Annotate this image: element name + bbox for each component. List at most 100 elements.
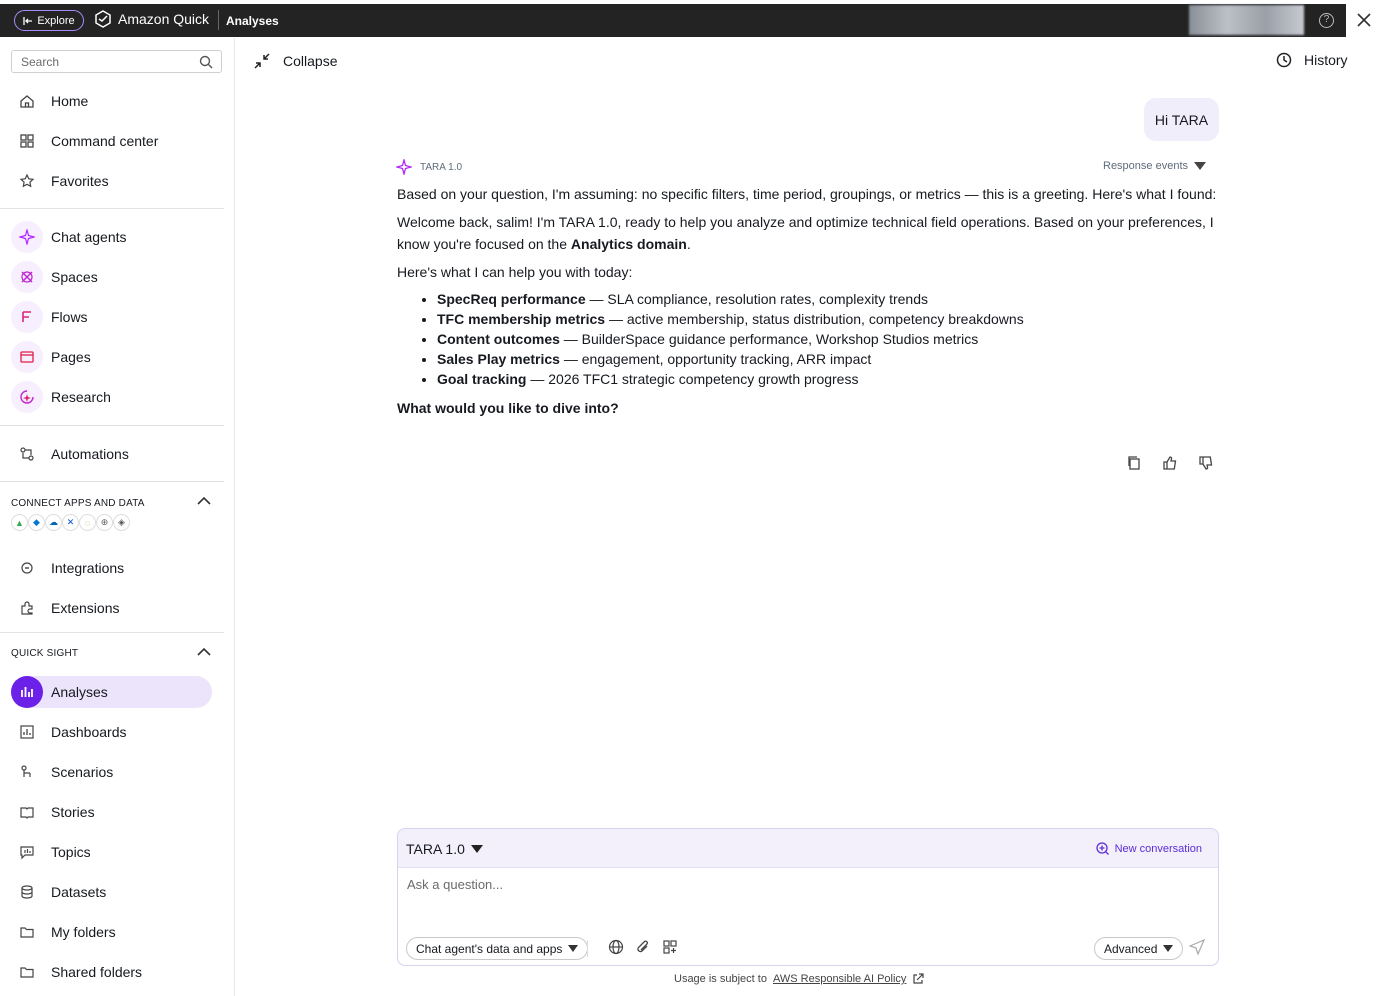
nav-datasets[interactable]: Datasets	[11, 876, 212, 908]
agent-selector-label: TARA 1.0	[406, 841, 465, 857]
nav-automations[interactable]: Automations	[11, 438, 212, 470]
nav-command-center[interactable]: Command center	[11, 125, 212, 157]
connected-apps-row[interactable]: ▲ ◆ ☁ ✕ ◌ ⊕ ◈	[11, 514, 130, 531]
response-events-label: Response events	[1103, 160, 1188, 172]
advanced-dropdown[interactable]: Advanced	[1094, 937, 1184, 960]
onedrive-icon: ☁	[45, 514, 62, 531]
thumbs-down-icon[interactable]	[1198, 455, 1214, 471]
responsible-ai-policy-link[interactable]: AWS Responsible AI Policy	[773, 973, 906, 985]
composer: TARA 1.0 New conversation Ask a question…	[397, 828, 1219, 966]
app-name: Amazon Quick	[118, 11, 210, 27]
caret-down-icon	[568, 945, 579, 952]
nav-label: Home	[51, 93, 89, 109]
attach-icon[interactable]	[635, 939, 651, 955]
chevron-up-icon[interactable]	[196, 496, 212, 506]
nav-stories[interactable]: Stories	[11, 796, 212, 828]
spaces-icon	[11, 261, 43, 293]
explore-button[interactable]: Explore	[14, 10, 84, 31]
help-icon[interactable]: ?	[1319, 13, 1334, 28]
usage-note-text: Usage is subject to	[674, 973, 767, 985]
question-input[interactable]: Ask a question... Chat agent's data and …	[398, 867, 1218, 965]
question-placeholder: Ask a question...	[407, 877, 504, 892]
nav-pages[interactable]: Pages	[11, 341, 212, 373]
nav-analyses[interactable]: Analyses	[11, 676, 212, 708]
search-placeholder: Search	[21, 55, 60, 69]
collapse-label: Collapse	[283, 53, 338, 69]
closing-question: What would you like to dive into?	[397, 400, 619, 416]
nav-label: Spaces	[51, 269, 98, 285]
nav-shared-folders[interactable]: Shared folders	[11, 956, 212, 988]
chevron-up-icon[interactable]	[196, 647, 212, 657]
nav-label: Stories	[51, 804, 95, 820]
stories-icon	[11, 796, 43, 828]
globe-icon[interactable]	[608, 939, 624, 955]
sidebar-divider	[0, 208, 224, 209]
bot-name: TARA 1.0	[420, 161, 463, 173]
search-icon	[199, 55, 213, 69]
nav-topics[interactable]: Topics	[11, 836, 212, 868]
nav-extensions[interactable]: Extensions	[11, 592, 212, 624]
history-button[interactable]: History	[1276, 52, 1348, 68]
integrations-icon	[11, 552, 43, 584]
nav-integrations[interactable]: Integrations	[11, 552, 212, 584]
nav-label: Dashboards	[51, 724, 127, 740]
sparkle-icon	[396, 159, 412, 175]
sparkle-icon	[11, 221, 43, 253]
data-source-label: Chat agent's data and apps	[416, 941, 563, 956]
star-icon	[11, 165, 43, 197]
thumbs-up-icon[interactable]	[1162, 455, 1178, 471]
copy-icon[interactable]	[1126, 455, 1142, 471]
nav-favorites[interactable]: Favorites	[11, 165, 212, 197]
capabilities-list: SpecReq performance — SLA compliance, re…	[437, 289, 1219, 389]
bot-intro: Based on your question, I'm assuming: no…	[397, 186, 1217, 202]
nav-label: Shared folders	[51, 964, 143, 980]
topics-icon	[11, 836, 43, 868]
bot-help-intro: Here's what I can help you with today:	[397, 264, 633, 280]
app-brand[interactable]: Amazon Quick	[94, 10, 209, 28]
nav-home[interactable]: Home	[11, 85, 212, 117]
add-widget-icon[interactable]	[662, 939, 678, 955]
user-message-bubble: Hi TARA	[1144, 98, 1219, 141]
nav-chat-agents[interactable]: Chat agents	[11, 221, 212, 253]
agent-selector[interactable]: TARA 1.0	[406, 841, 483, 857]
amazon-quick-logo-icon	[95, 10, 111, 28]
nav-flows[interactable]: Flows	[11, 301, 212, 333]
collapse-left-icon	[23, 16, 33, 25]
nav-label: Research	[51, 389, 111, 405]
advanced-label: Advanced	[1104, 941, 1158, 956]
usage-note: Usage is subject to AWS Responsible AI P…	[674, 973, 925, 985]
nav-scenarios[interactable]: Scenarios	[11, 756, 212, 788]
datasets-icon	[11, 876, 43, 908]
breadcrumb[interactable]: Analyses	[226, 14, 279, 28]
nav-my-folders[interactable]: My folders	[11, 916, 212, 948]
search-input[interactable]: Search	[11, 50, 222, 73]
nav-dashboards[interactable]: Dashboards	[11, 716, 212, 748]
sidebar: Search Home Command center Favorites Cha…	[0, 38, 235, 996]
nav-spaces[interactable]: Spaces	[11, 261, 212, 293]
collapse-button[interactable]: Collapse	[253, 52, 337, 70]
account-menu-redacted[interactable]	[1189, 5, 1304, 35]
grid-icon	[11, 125, 43, 157]
pages-icon	[11, 341, 43, 373]
nav-label: Command center	[51, 133, 159, 149]
response-events-toggle[interactable]: Response events	[1103, 160, 1206, 172]
external-link-icon	[913, 973, 925, 984]
nav-label: Favorites	[51, 173, 109, 189]
data-source-dropdown[interactable]: Chat agent's data and apps	[406, 937, 589, 960]
caret-down-icon	[1163, 945, 1174, 952]
sharepoint-icon: ◆	[28, 514, 45, 531]
s3-icon: ◌	[79, 514, 96, 531]
explore-label: Explore	[37, 14, 75, 27]
close-icon[interactable]	[1354, 10, 1374, 30]
home-icon	[11, 85, 43, 117]
nav-label: Automations	[51, 446, 129, 462]
section-quick-sight: QUICK SIGHT	[11, 648, 79, 659]
nav-label: My folders	[51, 924, 116, 940]
list-item: SpecReq performance — SLA compliance, re…	[437, 289, 1219, 309]
nav-research[interactable]: Research	[11, 381, 212, 413]
new-conversation-button[interactable]: New conversation	[1095, 842, 1202, 855]
send-icon[interactable]	[1189, 939, 1205, 955]
google-drive-icon: ▲	[11, 514, 28, 531]
list-item: Content outcomes — BuilderSpace guidance…	[437, 329, 1219, 349]
nav-label: Flows	[51, 309, 88, 325]
